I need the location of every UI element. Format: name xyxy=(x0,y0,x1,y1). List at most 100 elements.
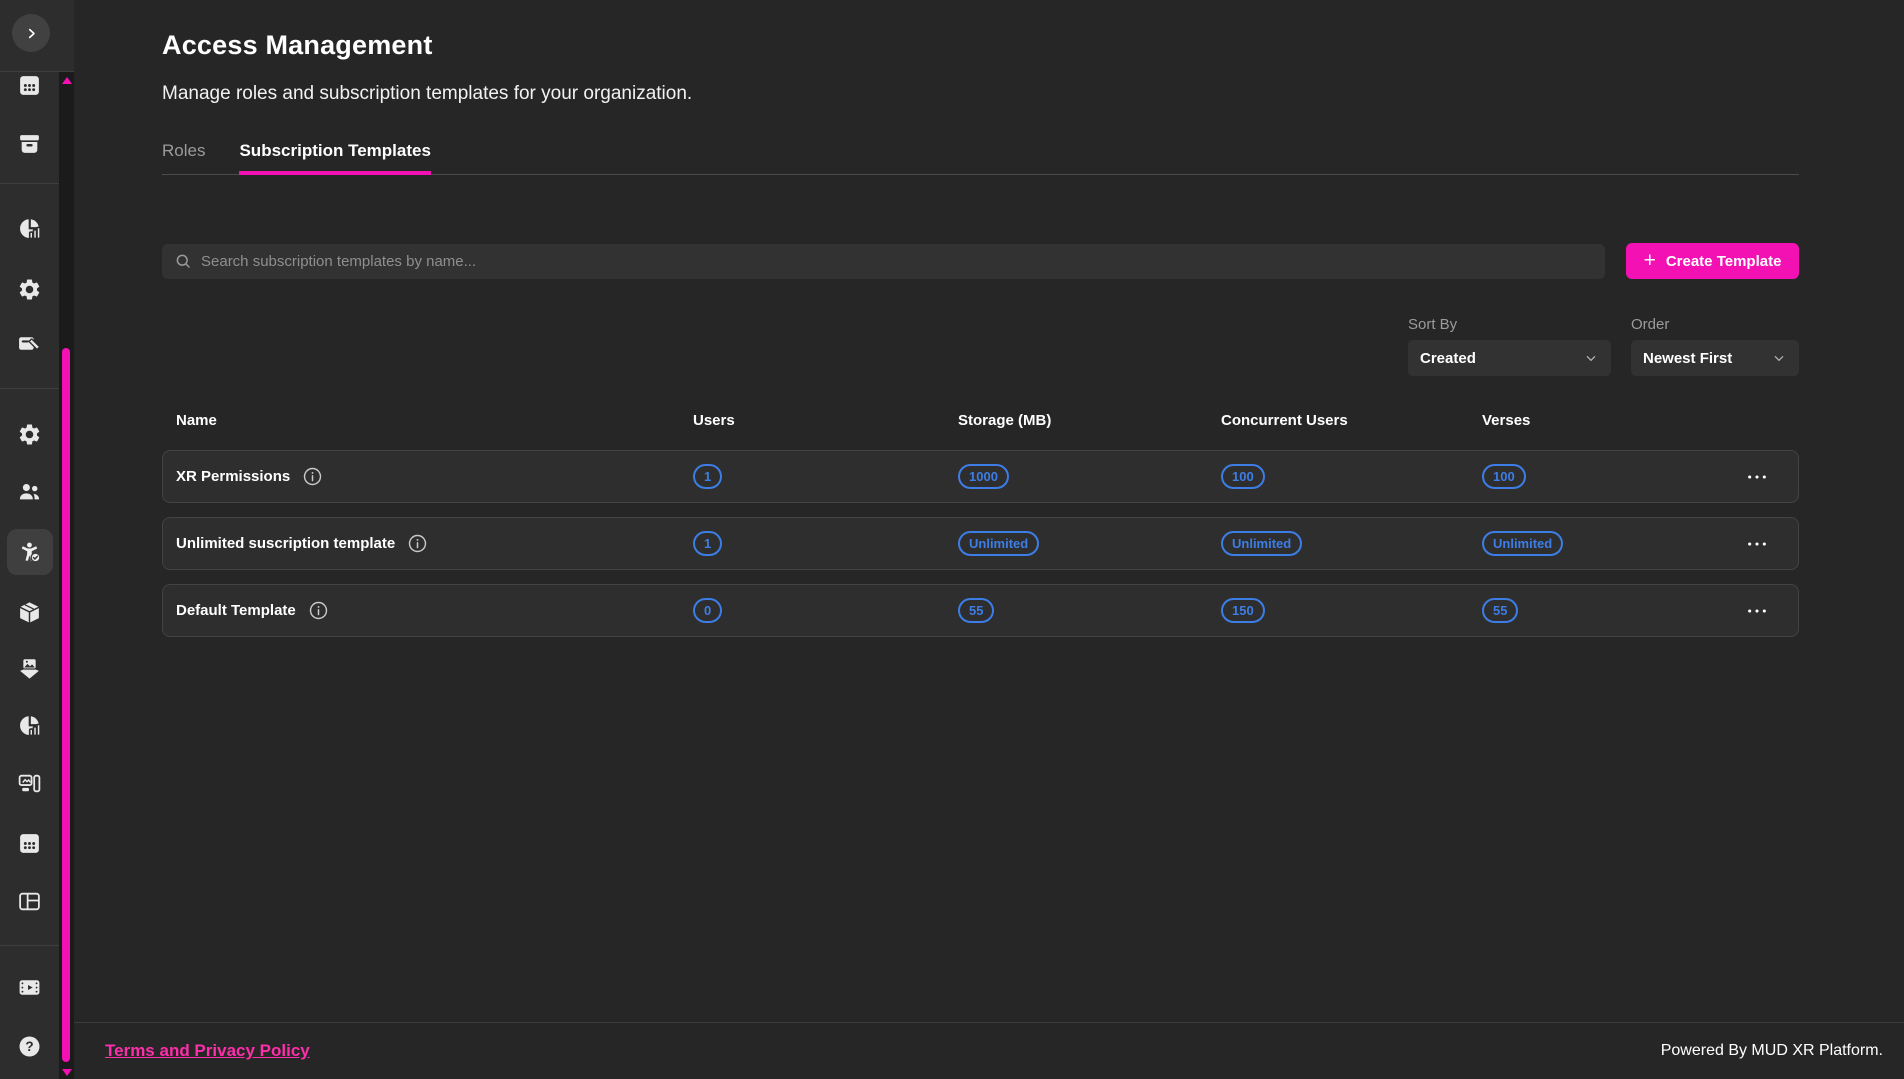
sidebar-item-access-management[interactable] xyxy=(7,529,53,575)
layout-icon xyxy=(17,889,42,914)
sidebar-item-reports[interactable] xyxy=(4,705,55,745)
create-template-button[interactable]: + Create Template xyxy=(1626,243,1799,279)
storage-badge: 55 xyxy=(958,598,994,623)
tab-bar: Roles Subscription Templates xyxy=(162,141,1799,175)
concurrent-users-badge: Unlimited xyxy=(1221,531,1302,556)
column-concurrent-users: Concurrent Users xyxy=(1221,412,1482,429)
template-name: Default Template xyxy=(176,602,296,619)
sidebar-item-devices[interactable] xyxy=(4,763,55,803)
template-name: Unlimited suscription template xyxy=(176,535,395,552)
footer: Terms and Privacy Policy Powered By MUD … xyxy=(74,1022,1904,1079)
row-menu-icon[interactable] xyxy=(1742,467,1772,487)
sidebar-item-help[interactable]: ? xyxy=(4,1026,55,1066)
sidebar-item-media[interactable] xyxy=(4,967,55,1007)
order-value: Newest First xyxy=(1643,350,1732,367)
svg-text:?: ? xyxy=(25,1039,33,1054)
users-badge: 1 xyxy=(693,531,722,556)
search-input[interactable] xyxy=(201,253,1593,270)
sort-by-group: Sort By Created xyxy=(1408,316,1611,376)
sidebar: ? xyxy=(0,0,74,1079)
sidebar-item-packages[interactable] xyxy=(4,592,55,632)
card-edit-icon xyxy=(17,331,42,356)
column-users: Users xyxy=(693,412,958,429)
storage-badge: Unlimited xyxy=(958,531,1039,556)
tab-roles[interactable]: Roles xyxy=(162,141,205,174)
table-body: XR Permissions 1 1000 100 100 Unlimited … xyxy=(162,450,1799,651)
pie-chart-icon xyxy=(17,713,42,738)
page-subtitle: Manage roles and subscription templates … xyxy=(162,83,1799,105)
sidebar-item-org-settings[interactable] xyxy=(4,414,55,454)
scroll-down-arrow[interactable] xyxy=(62,1069,72,1076)
gear-icon xyxy=(17,422,42,447)
sidebar-item-settings[interactable] xyxy=(4,269,55,309)
sidebar-item-schedule[interactable] xyxy=(4,823,55,863)
sidebar-item-users[interactable] xyxy=(4,471,55,511)
gear-icon xyxy=(17,277,42,302)
chevron-down-icon xyxy=(1771,350,1787,366)
calendar-icon xyxy=(17,831,42,856)
archive-icon xyxy=(17,131,42,156)
toolbar: + Create Template xyxy=(162,243,1799,279)
table-row: Default Template 0 55 150 55 xyxy=(162,584,1799,637)
search-icon xyxy=(174,252,192,270)
chevron-down-icon xyxy=(1583,350,1599,366)
terms-privacy-link[interactable]: Terms and Privacy Policy xyxy=(105,1041,310,1061)
concurrent-users-badge: 100 xyxy=(1221,464,1265,489)
filters: Sort By Created Order Newest First xyxy=(162,316,1799,376)
asset-box-icon xyxy=(17,656,42,681)
sidebar-expand-button[interactable] xyxy=(12,14,50,52)
sidebar-header xyxy=(0,0,74,72)
page-title: Access Management xyxy=(162,30,1799,61)
row-menu-icon[interactable] xyxy=(1742,534,1772,554)
package-icon xyxy=(17,600,42,625)
sidebar-divider xyxy=(0,183,59,184)
table-row: XR Permissions 1 1000 100 100 xyxy=(162,450,1799,503)
template-name: XR Permissions xyxy=(176,468,290,485)
search-box xyxy=(162,244,1605,279)
sidebar-item-assets[interactable] xyxy=(4,648,55,688)
verses-badge: 55 xyxy=(1482,598,1518,623)
scroll-up-arrow[interactable] xyxy=(62,77,72,84)
order-select[interactable]: Newest First xyxy=(1631,340,1799,376)
column-name: Name xyxy=(176,412,693,429)
sidebar-item-archive[interactable] xyxy=(4,123,55,163)
sort-by-label: Sort By xyxy=(1408,316,1611,333)
tab-subscription-templates[interactable]: Subscription Templates xyxy=(239,141,430,175)
info-icon[interactable] xyxy=(408,534,427,553)
sidebar-item-subscriptions[interactable] xyxy=(4,323,55,363)
concurrent-users-badge: 150 xyxy=(1221,598,1265,623)
content: Access Management Manage roles and subsc… xyxy=(74,0,1904,1022)
table-row: Unlimited suscription template 1 Unlimit… xyxy=(162,517,1799,570)
table-header: Name Users Storage (MB) Concurrent Users… xyxy=(162,412,1799,429)
users-badge: 1 xyxy=(693,464,722,489)
storage-badge: 1000 xyxy=(958,464,1009,489)
sort-by-select[interactable]: Created xyxy=(1408,340,1611,376)
column-storage: Storage (MB) xyxy=(958,412,1221,429)
verses-badge: 100 xyxy=(1482,464,1526,489)
sidebar-item-analytics[interactable] xyxy=(4,208,55,248)
users-icon xyxy=(17,479,42,504)
info-icon[interactable] xyxy=(303,467,322,486)
order-group: Order Newest First xyxy=(1631,316,1799,376)
sort-by-value: Created xyxy=(1420,350,1476,367)
row-menu-icon[interactable] xyxy=(1742,601,1772,621)
pie-chart-icon xyxy=(17,216,42,241)
sidebar-divider xyxy=(0,945,59,946)
video-icon xyxy=(17,975,42,1000)
chevron-right-icon xyxy=(23,25,40,42)
sidebar-divider xyxy=(0,388,59,389)
verses-badge: Unlimited xyxy=(1482,531,1563,556)
calendar-icon xyxy=(17,73,42,98)
main-area: Access Management Manage roles and subsc… xyxy=(74,0,1904,1079)
devices-icon xyxy=(17,771,42,796)
create-template-label: Create Template xyxy=(1666,253,1782,270)
powered-by-text: Powered By MUD XR Platform. xyxy=(1661,1042,1883,1060)
order-label: Order xyxy=(1631,316,1799,333)
help-icon: ? xyxy=(17,1034,42,1059)
sidebar-scrollbar[interactable] xyxy=(59,72,74,1079)
sidebar-item-layout[interactable] xyxy=(4,881,55,921)
users-badge: 0 xyxy=(693,598,722,623)
person-check-icon xyxy=(18,540,43,565)
info-icon[interactable] xyxy=(309,601,328,620)
scrollbar-thumb[interactable] xyxy=(62,348,70,1062)
